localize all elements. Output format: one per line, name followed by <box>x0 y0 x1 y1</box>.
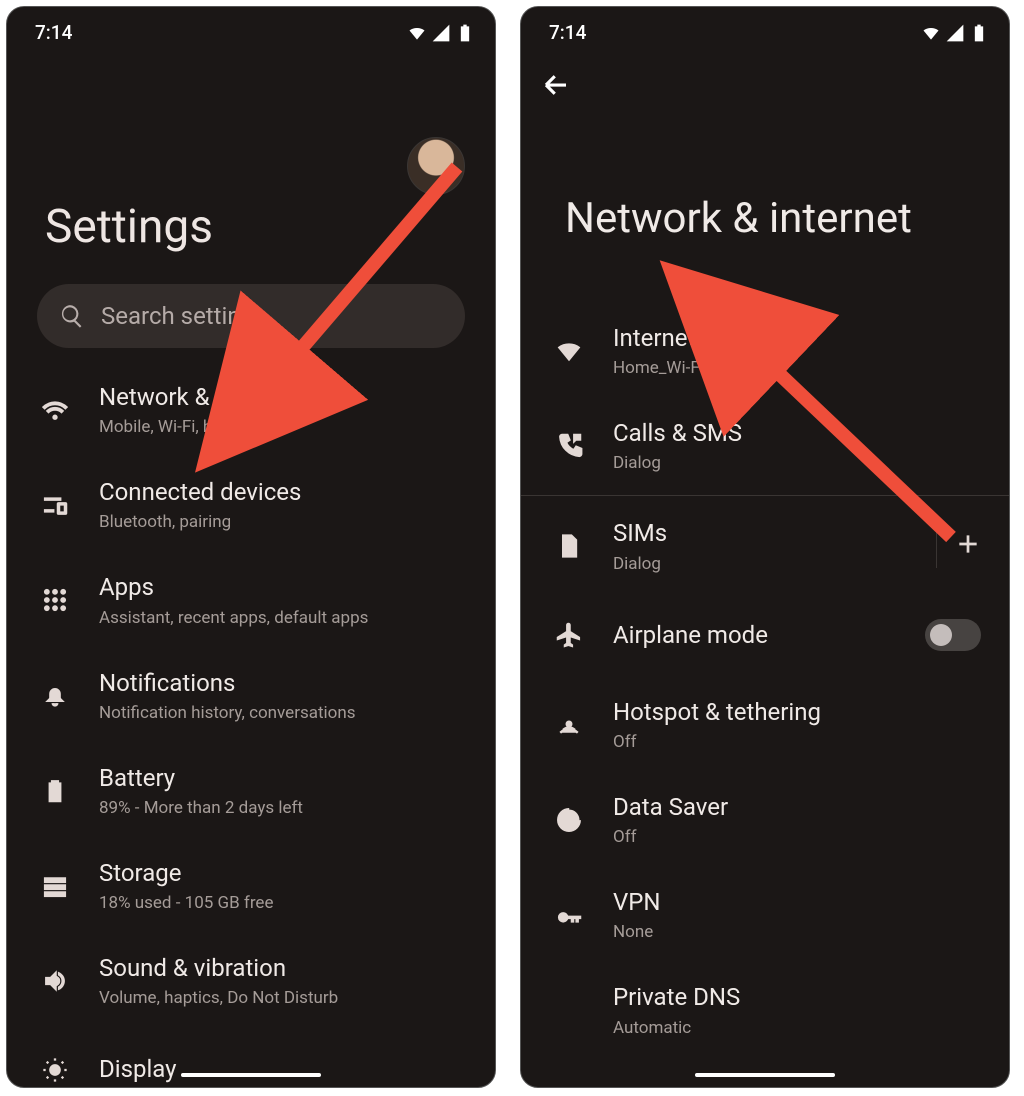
home-indicator[interactable] <box>181 1073 321 1077</box>
settings-item-connected-devices[interactable]: Connected devices Bluetooth, pairing <box>7 457 495 552</box>
page-title: Network & internet <box>521 104 1009 303</box>
status-time: 7:14 <box>549 21 586 44</box>
item-title: Display <box>99 1048 467 1088</box>
devices-icon <box>35 491 75 519</box>
item-sub: Dialog <box>613 554 912 574</box>
bell-icon <box>35 681 75 709</box>
settings-item-sound[interactable]: Sound & vibration Volume, haptics, Do No… <box>7 933 495 1028</box>
item-title: Battery <box>99 763 467 794</box>
apps-icon <box>35 586 75 614</box>
item-sub: Volume, haptics, Do Not Disturb <box>99 988 467 1008</box>
status-icons <box>921 23 989 43</box>
network-item-internet[interactable]: Internet Home_Wi-Fi <box>521 303 1009 398</box>
item-sub: None <box>613 922 981 942</box>
status-time: 7:14 <box>35 21 72 44</box>
search-input[interactable]: Search settings <box>37 284 465 348</box>
item-title: Apps <box>99 572 467 603</box>
item-title: Airplane mode <box>613 614 901 657</box>
wifi-icon <box>35 396 75 424</box>
data-saver-icon <box>549 806 589 834</box>
signal-icon <box>945 23 965 43</box>
network-item-airplane[interactable]: Airplane mode <box>521 594 1009 677</box>
hotspot-icon <box>549 710 589 738</box>
network-item-calls-sms[interactable]: Calls & SMS Dialog <box>521 398 1009 493</box>
status-icons <box>407 23 475 43</box>
back-button[interactable] <box>521 50 1009 104</box>
phone-sms-icon <box>549 432 589 460</box>
item-title: Storage <box>99 858 467 889</box>
signal-icon <box>431 23 451 43</box>
home-indicator[interactable] <box>695 1073 835 1077</box>
item-sub: Off <box>613 732 981 752</box>
item-sub: Home_Wi-Fi <box>613 358 981 378</box>
settings-item-apps[interactable]: Apps Assistant, recent apps, default app… <box>7 552 495 647</box>
item-title: Adaptive connectivity <box>613 1078 981 1089</box>
item-sub: Dialog <box>613 453 981 473</box>
item-sub: Mobile, Wi-Fi, hotspot <box>99 417 467 437</box>
network-list: Internet Home_Wi-Fi Calls & SMS Dialog S… <box>521 303 1009 1088</box>
status-bar: 7:14 <box>7 7 495 50</box>
divider <box>521 495 1009 496</box>
airplane-toggle[interactable] <box>925 619 981 651</box>
settings-item-display[interactable]: Display <box>7 1028 495 1088</box>
item-sub: 89% - More than 2 days left <box>99 798 467 818</box>
battery-icon <box>35 776 75 804</box>
network-item-data-saver[interactable]: Data Saver Off <box>521 772 1009 867</box>
item-title: Hotspot & tethering <box>613 697 981 728</box>
network-item-vpn[interactable]: VPN None <box>521 867 1009 962</box>
airplane-icon <box>549 621 589 649</box>
item-title: VPN <box>613 887 981 918</box>
settings-item-network[interactable]: Network & internet Mobile, Wi-Fi, hotspo… <box>7 362 495 457</box>
add-sim-button[interactable] <box>955 531 981 561</box>
item-title: Private DNS <box>613 982 981 1013</box>
storage-icon <box>35 872 75 900</box>
settings-item-battery[interactable]: Battery 89% - More than 2 days left <box>7 743 495 838</box>
settings-item-storage[interactable]: Storage 18% used - 105 GB free <box>7 838 495 933</box>
battery-icon <box>455 23 475 43</box>
item-title: Internet <box>613 323 981 354</box>
battery-icon <box>969 23 989 43</box>
volume-icon <box>35 967 75 995</box>
item-title: Calls & SMS <box>613 418 981 449</box>
item-title: Connected devices <box>99 477 467 508</box>
item-sub: Off <box>613 827 981 847</box>
network-item-hotspot[interactable]: Hotspot & tethering Off <box>521 677 1009 772</box>
item-title: Data Saver <box>613 792 981 823</box>
item-title: SIMs <box>613 518 912 549</box>
item-sub: Bluetooth, pairing <box>99 512 467 532</box>
phone-network: 7:14 Network & internet Internet Home_Wi… <box>520 6 1010 1088</box>
item-title: Network & internet <box>99 382 467 413</box>
wifi-icon <box>921 23 941 43</box>
item-sub: Notification history, conversations <box>99 703 467 723</box>
item-sub: 18% used - 105 GB free <box>99 893 467 913</box>
settings-list: Network & internet Mobile, Wi-Fi, hotspo… <box>7 362 495 1088</box>
avatar[interactable] <box>407 137 465 195</box>
network-item-private-dns[interactable]: Private DNS Automatic <box>521 962 1009 1057</box>
settings-item-notifications[interactable]: Notifications Notification history, conv… <box>7 648 495 743</box>
item-title: Notifications <box>99 668 467 699</box>
search-icon <box>59 303 85 329</box>
divider <box>936 524 937 568</box>
network-item-sims[interactable]: SIMs Dialog <box>521 498 1009 593</box>
wifi-icon <box>407 23 427 43</box>
item-sub: Automatic <box>613 1018 981 1038</box>
sim-icon <box>549 532 589 560</box>
search-placeholder: Search settings <box>101 302 266 330</box>
vpn-key-icon <box>549 901 589 929</box>
item-title: Sound & vibration <box>99 953 467 984</box>
phone-settings: 7:14 Settings Search settings Network & … <box>6 6 496 1088</box>
item-sub: Assistant, recent apps, default apps <box>99 608 467 628</box>
brightness-icon <box>35 1056 75 1084</box>
wifi-icon <box>549 337 589 365</box>
status-bar: 7:14 <box>521 7 1009 50</box>
